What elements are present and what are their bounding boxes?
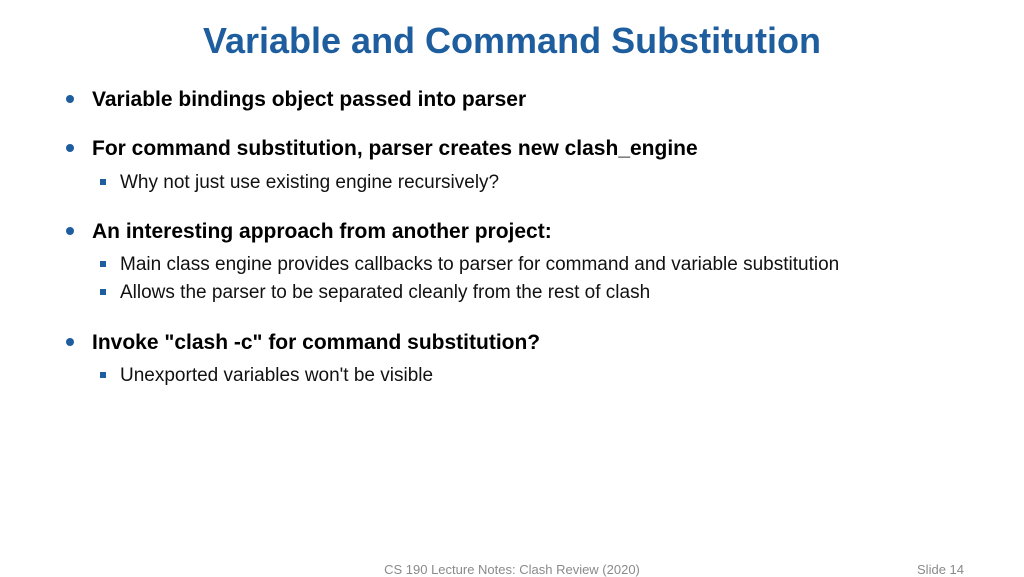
bullet-head: Invoke "clash -c" for command substituti… [92, 329, 964, 356]
list-item: An interesting approach from another pro… [60, 218, 964, 306]
sub-item: Allows the parser to be separated cleanl… [92, 279, 964, 307]
sub-item: Main class engine provides callbacks to … [92, 251, 964, 279]
slide: Variable and Command Substitution Variab… [0, 0, 1024, 576]
bullet-head: Variable bindings object passed into par… [92, 86, 964, 113]
sub-list: Main class engine provides callbacks to … [92, 251, 964, 306]
bullet-head: An interesting approach from another pro… [92, 218, 964, 245]
footer-note: CS 190 Lecture Notes: Clash Review (2020… [0, 562, 1024, 577]
sub-item: Why not just use existing engine recursi… [92, 169, 964, 197]
sub-item: Unexported variables won't be visible [92, 362, 964, 390]
slide-title: Variable and Command Substitution [60, 20, 964, 62]
bullet-head: For command substitution, parser creates… [92, 135, 964, 162]
list-item: For command substitution, parser creates… [60, 135, 964, 196]
list-item: Invoke "clash -c" for command substituti… [60, 329, 964, 390]
list-item: Variable bindings object passed into par… [60, 86, 964, 113]
sub-list: Unexported variables won't be visible [92, 362, 964, 390]
bullet-list: Variable bindings object passed into par… [60, 86, 964, 389]
slide-number: Slide 14 [917, 562, 964, 577]
sub-list: Why not just use existing engine recursi… [92, 169, 964, 197]
